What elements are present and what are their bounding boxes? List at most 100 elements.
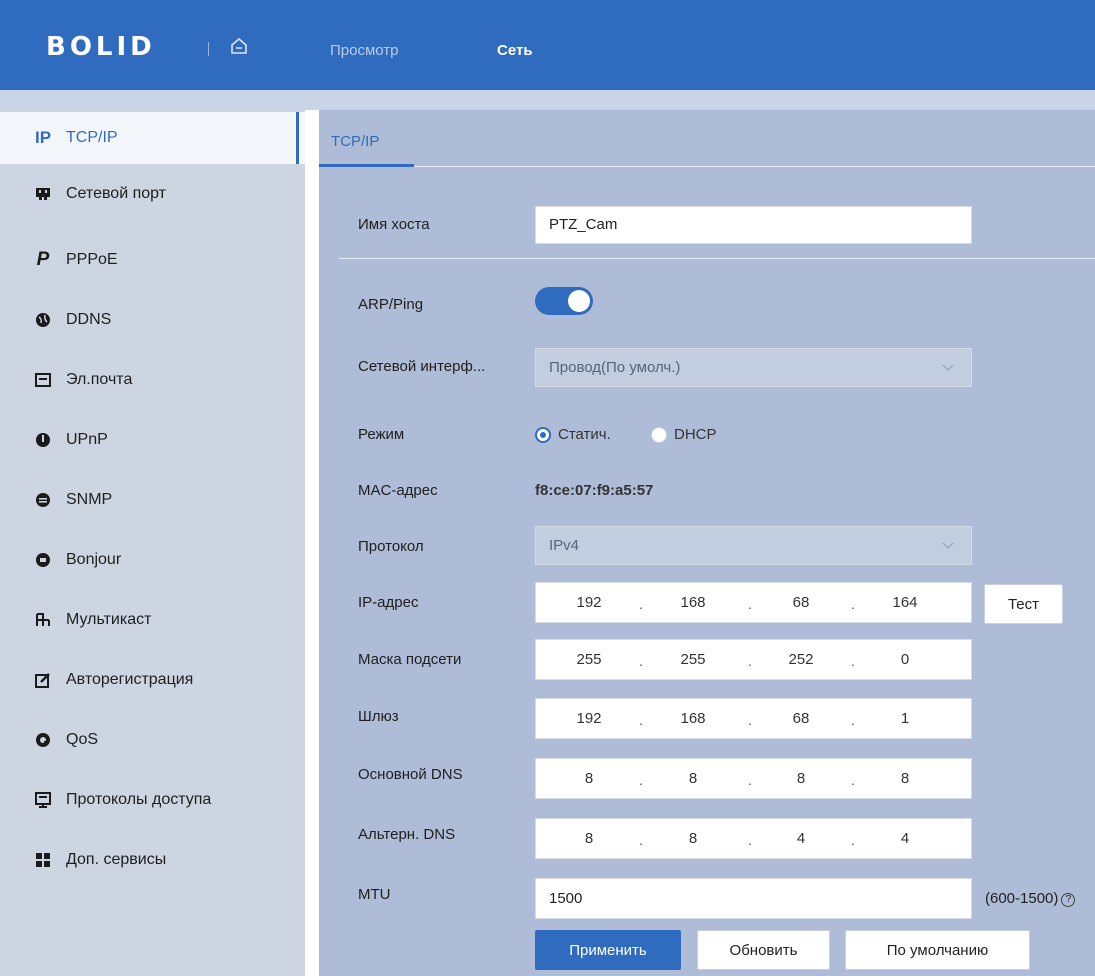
sidebar-item-access-protocols[interactable]: Протоколы доступа [0, 774, 305, 826]
pppoe-icon: P [36, 249, 50, 270]
radio-selected-icon [535, 426, 551, 443]
sidebar-item-label: Мультикаст [66, 611, 152, 628]
tab-network[interactable]: Сеть [497, 42, 533, 60]
ip-dot: . [639, 653, 643, 669]
ip-dot: . [748, 653, 752, 669]
access-protocols-icon [35, 792, 51, 808]
refresh-button[interactable]: Обновить [697, 930, 830, 970]
gateway-label: Шлюз [358, 708, 399, 725]
help-icon[interactable]: ? [1061, 893, 1076, 907]
ip-octet[interactable]: 4 [880, 830, 930, 847]
ip-octet[interactable]: 164 [880, 594, 930, 611]
sidebar-item-multicast[interactable]: Мультикаст [0, 594, 305, 646]
sidebar-item-label: Протоколы доступа [66, 791, 212, 808]
primary-dns-input[interactable]: 8 . 8 . 8 . 8 [535, 758, 972, 799]
ip-dot: . [851, 832, 855, 848]
sidebar: IP TCP/IP Сетевой порт P PPPoE DDNS Эл.п… [0, 110, 305, 976]
ip-octet[interactable]: 8 [668, 770, 718, 787]
ip-octet[interactable]: 8 [564, 830, 614, 847]
bolid-logo: BOLID [34, 30, 168, 64]
ip-octet[interactable]: 192 [564, 710, 614, 727]
dns1-label: Основной DNS [358, 766, 463, 783]
logo-text: BOLID [46, 32, 156, 62]
ip-octet[interactable]: 168 [668, 710, 718, 727]
mask-label: Маска подсети [358, 651, 462, 668]
mode-label: Режим [358, 426, 405, 443]
sidebar-item-label: Авторегистрация [66, 671, 194, 688]
ip-octet[interactable]: 255 [564, 651, 614, 668]
ip-dot: . [748, 832, 752, 848]
toggle-knob [568, 290, 590, 312]
sidebar-item-auto-registration[interactable]: Авторегистрация [0, 654, 305, 706]
interface-value: Провод(По умолч.) [549, 359, 681, 376]
arp-ping-toggle[interactable] [535, 287, 593, 315]
upnp-icon [36, 433, 50, 447]
sidebar-item-pppoe[interactable]: P PPPoE [0, 234, 305, 286]
sidebar-item-extra-services[interactable]: Доп. сервисы [0, 834, 305, 886]
interface-select[interactable]: Провод(По умолч.) [535, 348, 972, 387]
mode-static-radio[interactable]: Статич. [535, 426, 611, 443]
header-separator [208, 42, 209, 56]
ip-dot: . [639, 832, 643, 848]
sidebar-item-qos[interactable]: QoS [0, 714, 305, 766]
ip-octet[interactable]: 8 [776, 770, 826, 787]
sidebar-item-tcpip[interactable]: IP TCP/IP [0, 112, 305, 164]
auto-register-icon [35, 673, 50, 688]
sidebar-item-upnp[interactable]: UPnP [0, 414, 305, 466]
email-icon [35, 373, 51, 387]
arp-ping-label: ARP/Ping [358, 296, 424, 313]
ip-dot: . [748, 772, 752, 788]
extra-services-icon [36, 853, 50, 867]
ip-octet[interactable]: 255 [668, 651, 718, 668]
sidebar-item-label: TCP/IP [66, 129, 118, 146]
gateway-input[interactable]: 192 . 168 . 68 . 1 [535, 698, 972, 739]
tab-tcpip[interactable]: TCP/IP [331, 133, 379, 150]
default-button[interactable]: По умолчанию [845, 930, 1030, 970]
sidebar-item-network-port[interactable]: Сетевой порт [0, 168, 305, 220]
mac-value: f8:ce:07:f9:a5:57 [535, 482, 654, 499]
ip-octet[interactable]: 168 [668, 594, 718, 611]
radio-empty-icon [651, 426, 667, 443]
sidebar-item-label: UPnP [66, 431, 108, 448]
tab-view[interactable]: Просмотр [330, 42, 399, 60]
protocol-select[interactable]: IPv4 [535, 526, 972, 565]
tab-underline [319, 164, 414, 167]
ip-octet[interactable]: 8 [668, 830, 718, 847]
ip-octet[interactable]: 8 [880, 770, 930, 787]
ip-octet[interactable]: 4 [776, 830, 826, 847]
mode-static-label: Статич. [558, 426, 611, 443]
ip-dot: . [748, 596, 752, 612]
mode-dhcp-radio[interactable]: DHCP [651, 426, 717, 443]
ip-octet[interactable]: 68 [776, 710, 826, 727]
section-divider [339, 258, 1095, 259]
tab-divider [319, 166, 1095, 167]
header-divider [0, 90, 1095, 110]
ip-octet[interactable]: 1 [880, 710, 930, 727]
subnet-mask-input[interactable]: 255 . 255 . 252 . 0 [535, 639, 972, 680]
sidebar-item-label: Сетевой порт [66, 185, 167, 202]
mode-dhcp-label: DHCP [674, 426, 717, 443]
sidebar-item-email[interactable]: Эл.почта [0, 354, 305, 406]
ip-dot: . [851, 596, 855, 612]
mtu-label: MTU [358, 886, 391, 903]
apply-button[interactable]: Применить [535, 930, 681, 970]
ip-address-input[interactable]: 192 . 168 . 68 . 164 [535, 582, 972, 623]
ip-octet[interactable]: 0 [880, 651, 930, 668]
sidebar-item-ddns[interactable]: DDNS [0, 294, 305, 346]
mtu-input[interactable]: 1500 [535, 878, 972, 919]
test-button[interactable]: Тест [984, 584, 1063, 624]
sidebar-item-bonjour[interactable]: Bonjour [0, 534, 305, 586]
sidebar-item-label: Доп. сервисы [66, 851, 167, 868]
ip-octet[interactable]: 192 [564, 594, 614, 611]
hostname-input[interactable]: PTZ_Cam [535, 206, 972, 244]
ip-octet[interactable]: 68 [776, 594, 826, 611]
ip-octet[interactable]: 252 [776, 651, 826, 668]
ip-label: IP-адрес [358, 594, 419, 611]
home-icon[interactable] [229, 36, 249, 56]
alternate-dns-input[interactable]: 8 . 8 . 4 . 4 [535, 818, 972, 859]
ip-octet[interactable]: 8 [564, 770, 614, 787]
sidebar-item-label: Bonjour [66, 551, 122, 568]
ip-dot: . [851, 653, 855, 669]
snmp-icon [36, 493, 50, 507]
sidebar-item-snmp[interactable]: SNMP [0, 474, 305, 526]
